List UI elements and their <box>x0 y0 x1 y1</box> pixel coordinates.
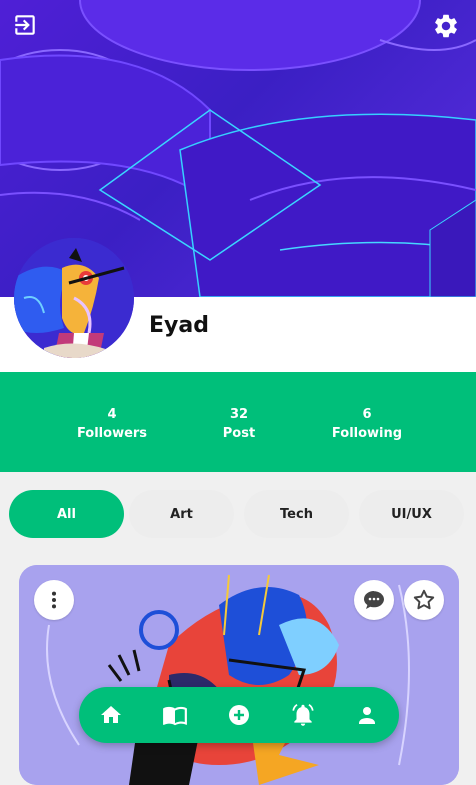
tab-tech[interactable]: Tech <box>244 490 349 538</box>
stat-value: 6 <box>362 407 372 422</box>
bottom-navigation <box>79 687 399 743</box>
bell-icon[interactable] <box>289 701 317 729</box>
stat-followers[interactable]: 4 Followers <box>52 405 172 443</box>
username: Eyad <box>149 313 209 338</box>
tab-art[interactable]: Art <box>129 490 234 538</box>
post-card[interactable] <box>19 565 459 785</box>
tab-all[interactable]: All <box>9 490 124 538</box>
comment-icon[interactable] <box>354 580 394 620</box>
gear-icon[interactable] <box>432 12 464 44</box>
stat-label: Followers <box>76 426 148 441</box>
avatar[interactable] <box>14 238 134 358</box>
stats-bar: 4 Followers 32 Post 6 Following <box>0 372 476 472</box>
stat-posts[interactable]: 32 Post <box>179 405 299 443</box>
stat-value: 32 <box>229 407 249 422</box>
book-icon[interactable] <box>161 701 189 729</box>
home-icon[interactable] <box>97 701 125 729</box>
tab-uiux[interactable]: UI/UX <box>359 490 464 538</box>
logout-icon[interactable] <box>12 12 44 44</box>
stat-label: Post <box>222 426 256 441</box>
more-vert-icon[interactable] <box>34 580 74 620</box>
stat-label: Following <box>331 426 403 441</box>
category-tabs: All Art Tech UI/UX <box>0 472 476 552</box>
person-icon[interactable] <box>353 701 381 729</box>
stat-following[interactable]: 6 Following <box>307 405 427 443</box>
add-circle-icon[interactable] <box>225 701 253 729</box>
star-outline-icon[interactable] <box>404 580 444 620</box>
stat-value: 4 <box>107 407 117 422</box>
